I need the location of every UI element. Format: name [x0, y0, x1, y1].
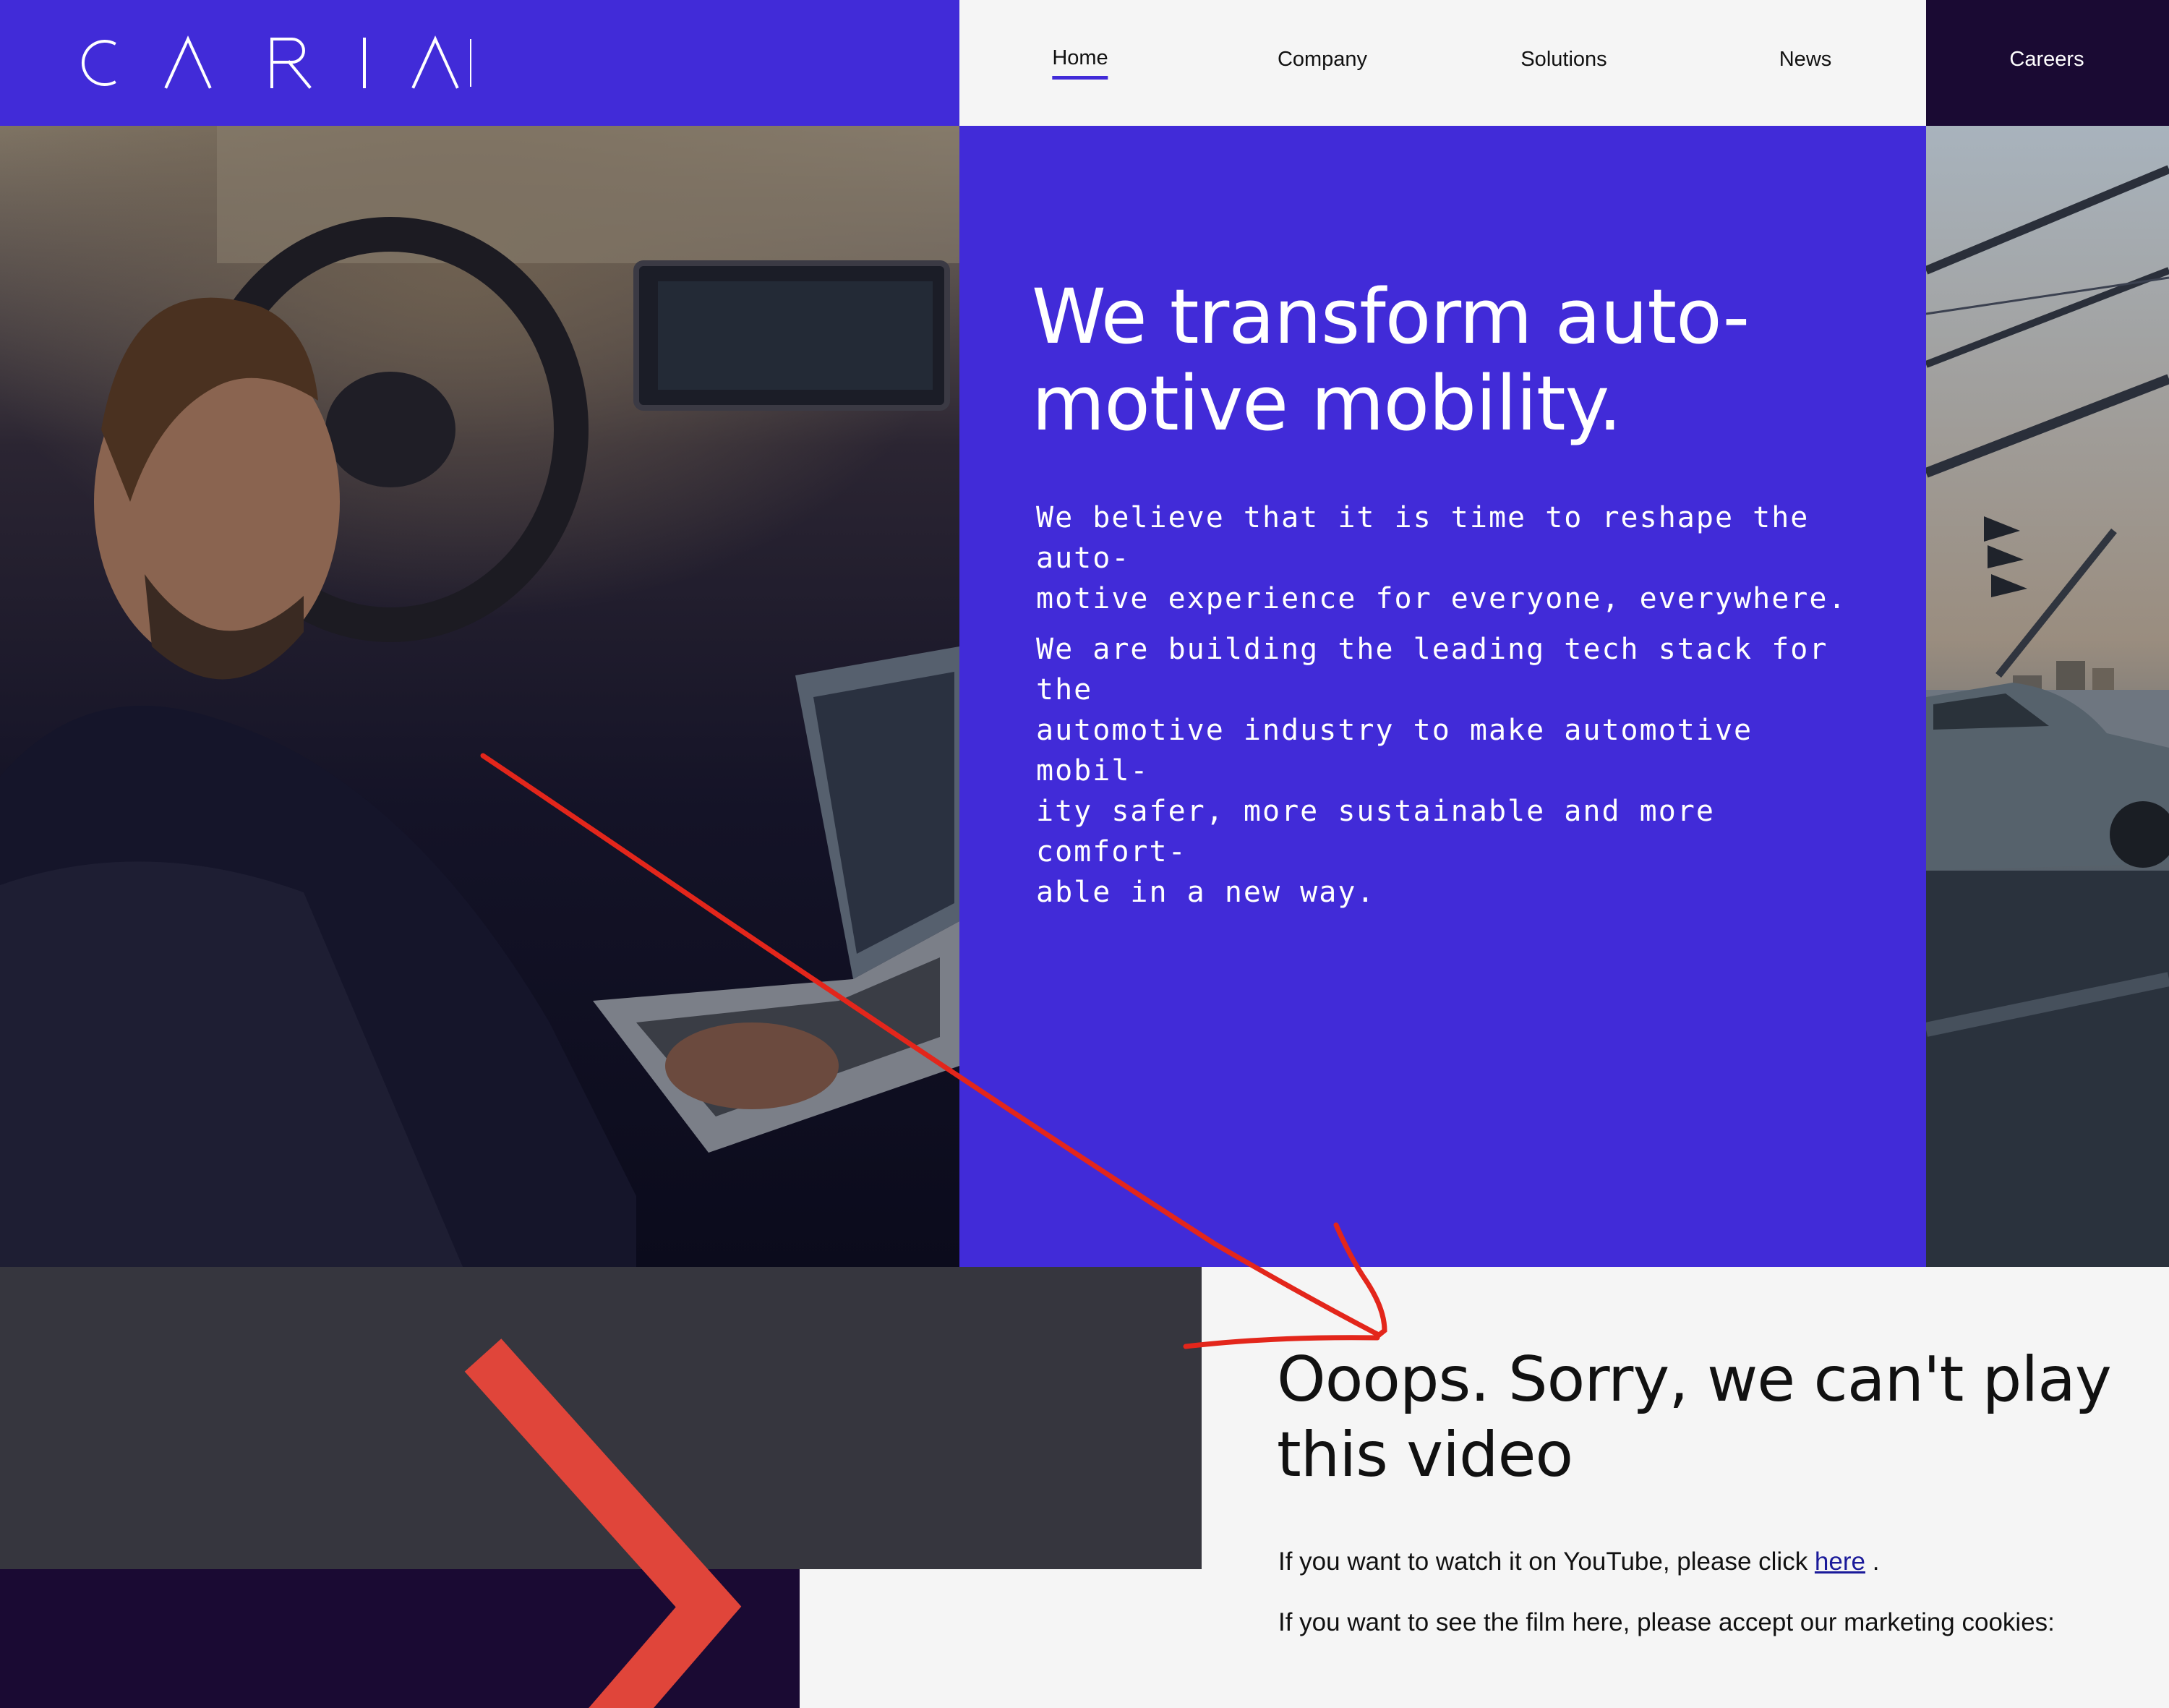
youtube-instruction-text: If you want to watch it on YouTube, plea…: [1278, 1547, 1815, 1576]
hero-paragraph-line: able in a new way.: [1036, 876, 1376, 909]
youtube-instruction: If you want to watch it on YouTube, plea…: [1278, 1547, 1879, 1576]
hero-panel: We transform auto- motive mobility. We b…: [959, 126, 1926, 1267]
video-placeholder-dark-block: [0, 1267, 1202, 1569]
deep-purple-block: [0, 1569, 800, 1708]
video-unavailable-panel: Ooops. Sorry, we can't play this video I…: [1202, 1267, 2169, 1708]
hero-paragraph: We are building the leading tech stack f…: [1036, 629, 1860, 913]
hero-title-line: motive mobility.: [1032, 359, 1622, 448]
hero-paragraph-line: We believe that it is time to reshape th…: [1036, 501, 1810, 575]
hero-paragraph-line: We are building the leading tech stack f…: [1036, 633, 1828, 706]
hero-paragraph-line: ity safer, more sustainable and more com…: [1036, 795, 1715, 868]
cookie-consent-text: If you want to see the film here, please…: [1278, 1608, 2055, 1636]
hero-title: We transform auto- motive mobility.: [1032, 273, 1841, 447]
nav-solutions-link[interactable]: Solutions: [1520, 48, 1607, 72]
video-error-title: Ooops. Sorry, we can't play this video: [1277, 1342, 2130, 1493]
hero-title-line: We transform auto-: [1032, 273, 1750, 361]
nav-home-link[interactable]: Home: [1052, 46, 1108, 80]
car-on-bridge-photo: [1926, 126, 2169, 1267]
video-error-title-line: this video: [1277, 1419, 1573, 1491]
video-error-title-line: Ooops. Sorry, we can't play: [1277, 1344, 2112, 1416]
youtube-instruction-suffix: .: [1865, 1547, 1880, 1576]
nav-company-link[interactable]: Company: [1278, 48, 1367, 72]
car-interior-illustration: [0, 126, 959, 1267]
hero-paragraph-line: motive experience for everyone, everywhe…: [1036, 582, 1847, 615]
nav-news-link[interactable]: News: [1779, 48, 1832, 72]
cariad-logo[interactable]: [67, 30, 471, 95]
youtube-link[interactable]: here: [1815, 1547, 1865, 1576]
nav-careers-link[interactable]: Careers: [2009, 48, 2084, 72]
hero-paragraph: We believe that it is time to reshape th…: [1036, 498, 1860, 619]
man-in-car-with-laptop-photo: [0, 126, 959, 1267]
bridge-scene-illustration: [1926, 165, 2169, 1267]
hero-paragraph-line: automotive industry to make automotive m…: [1036, 714, 1753, 787]
